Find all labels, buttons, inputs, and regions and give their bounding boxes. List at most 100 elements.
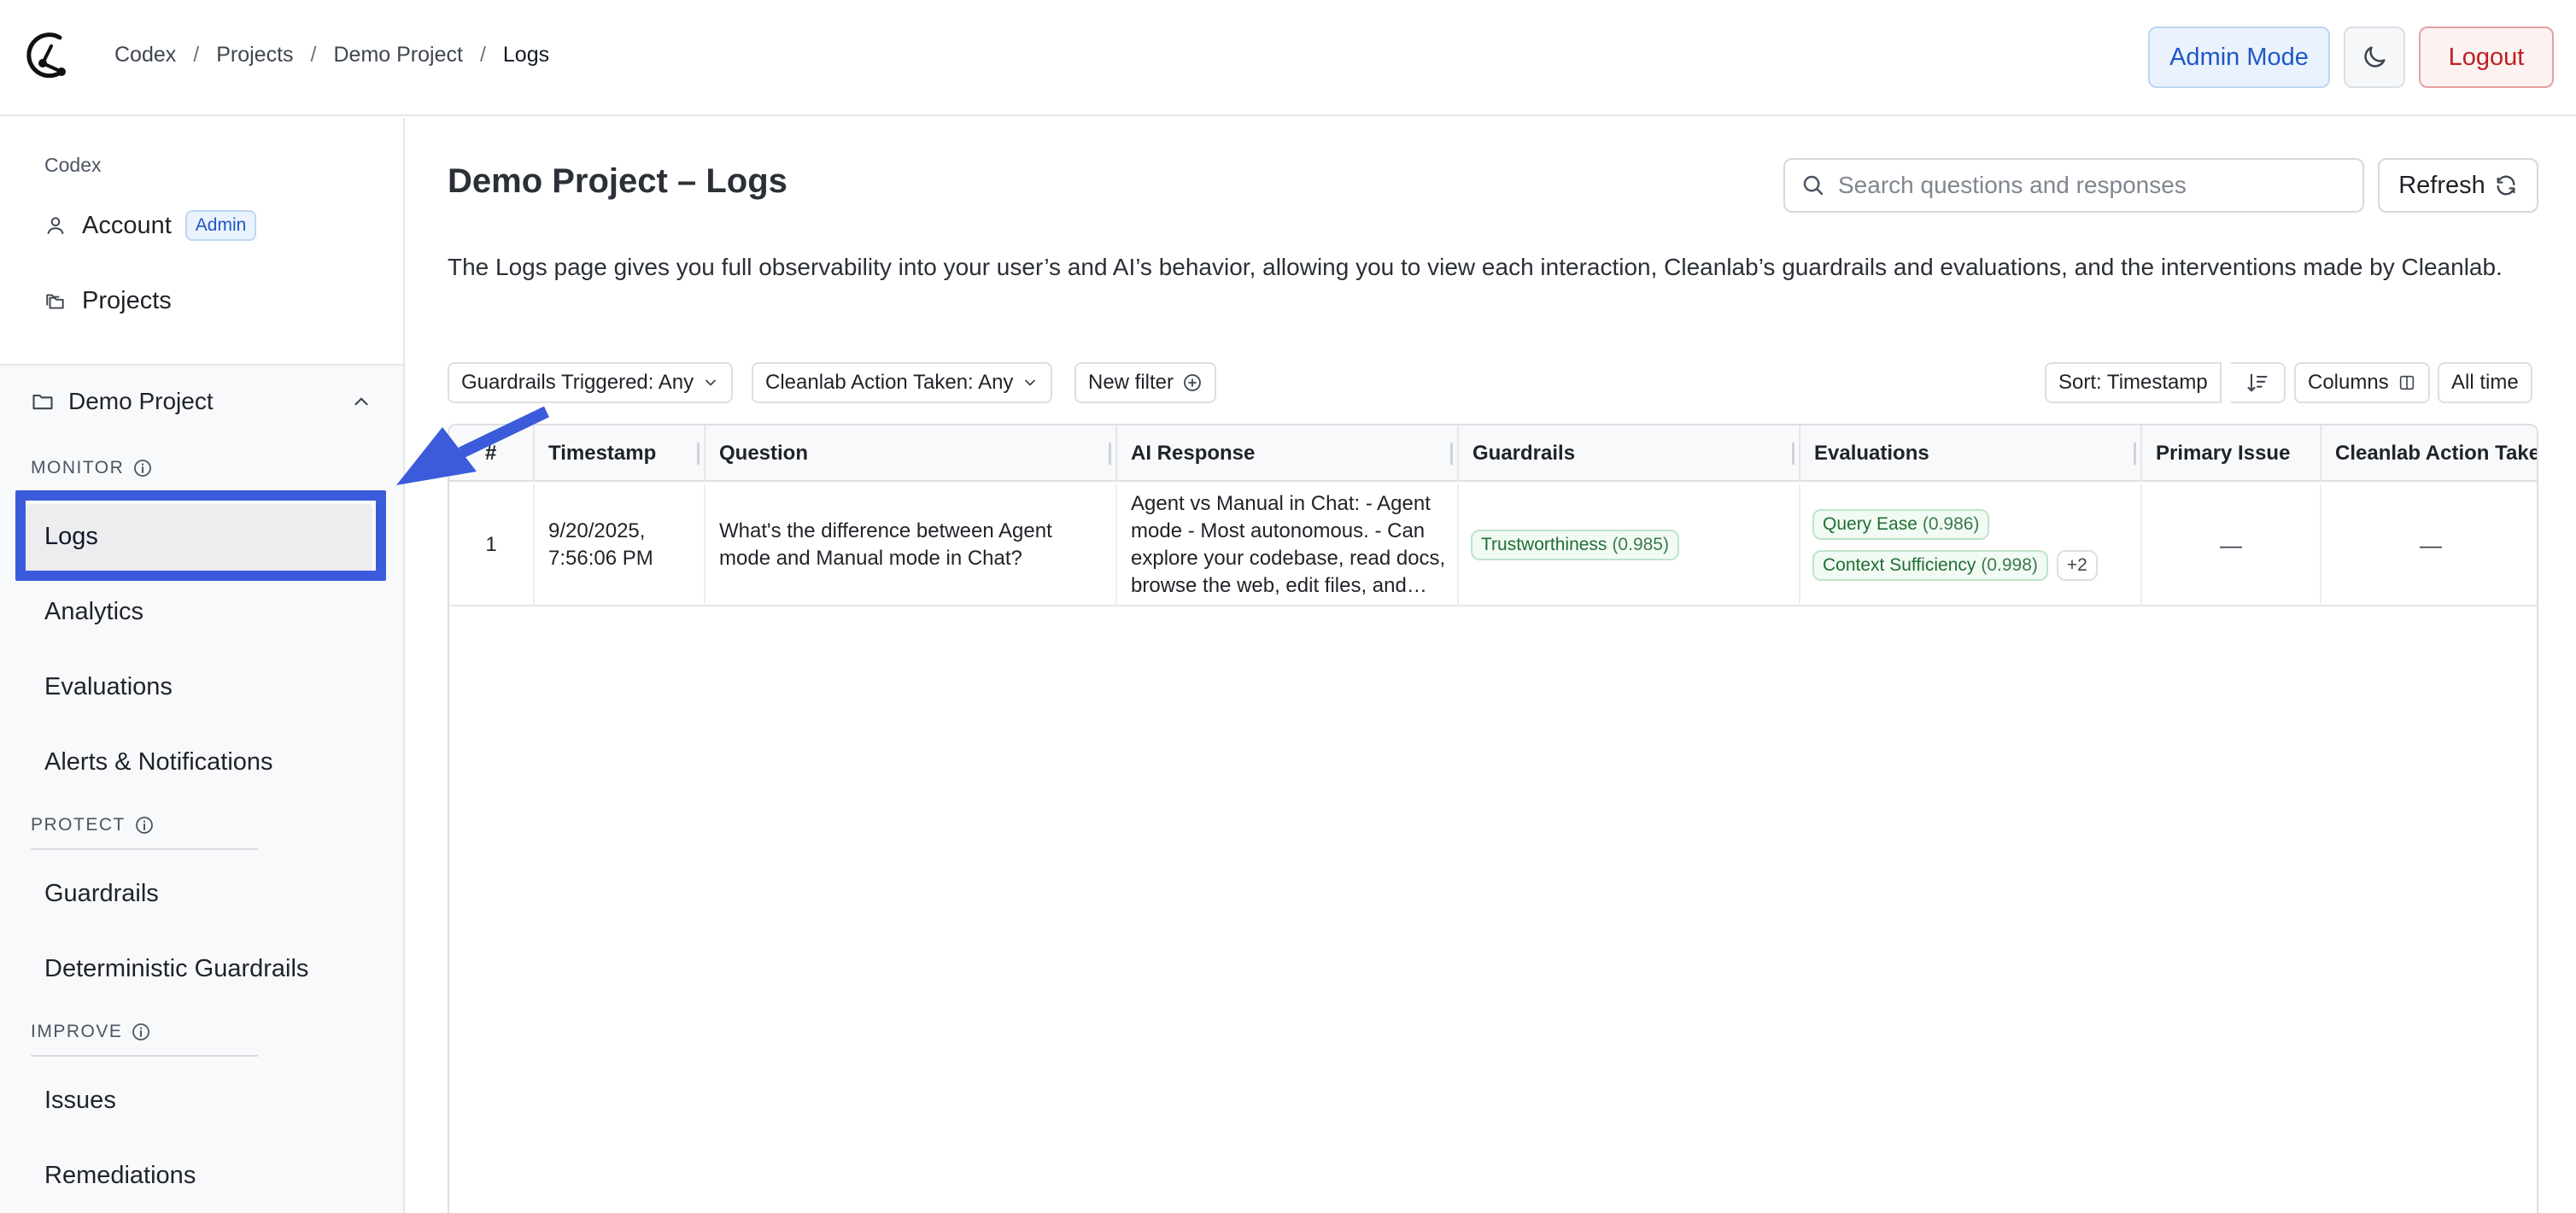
column-divider (1799, 425, 1800, 482)
refresh-icon (2497, 175, 2515, 196)
column-resize-handle[interactable] (1792, 442, 1794, 465)
breadcrumb-projects[interactable]: Projects (216, 43, 293, 67)
column-divider (1115, 425, 1117, 482)
breadcrumb-codex[interactable]: Codex (114, 43, 176, 67)
sidebar-group-improve: IMPROVE (31, 1022, 151, 1042)
chevron-down-icon (705, 379, 717, 386)
sidebar-item-label: Account (82, 211, 172, 239)
theme-toggle-button[interactable] (2344, 26, 2405, 88)
column-header-primary-issue[interactable]: Primary Issue (2156, 425, 2290, 482)
evaluation-score: (0.998) (1981, 555, 2038, 575)
refresh-button[interactable]: Refresh (2378, 158, 2538, 213)
sidebar-item-analytics[interactable]: Analytics (44, 598, 143, 626)
sidebar-project-toggle[interactable]: Demo Project (31, 388, 372, 415)
guardrail-name: Trustworthiness (1481, 535, 1607, 554)
cell-ai-response: Agent vs Manual in Chat: - Agent mode - … (1131, 492, 1446, 597)
admin-badge: Admin (184, 210, 257, 241)
guardrail-score: (0.985) (1612, 535, 1669, 554)
cell-guardrails: Trustworthiness (0.985) (1471, 483, 1795, 606)
evaluations-more-badge[interactable]: +2 (2056, 550, 2098, 581)
cleanlab-action-value: — (2420, 532, 2442, 558)
sort-direction-button[interactable] (2231, 362, 2286, 403)
column-divider (533, 425, 535, 482)
column-divider (2140, 425, 2142, 482)
folder-icon (32, 394, 53, 410)
column-header-guardrails[interactable]: Guardrails (1472, 425, 1575, 482)
sidebar-divider (31, 1055, 258, 1057)
sidebar-item-alerts-notifications[interactable]: Alerts & Notifications (44, 748, 273, 776)
sidebar-item-remediations[interactable]: Remediations (44, 1162, 196, 1190)
column-resize-handle[interactable] (697, 442, 700, 465)
cell-cleanlab-action: — (2321, 483, 2537, 606)
info-icon[interactable] (132, 458, 153, 478)
column-header-question[interactable]: Question (719, 425, 808, 482)
page-description: The Logs page gives you full observabili… (448, 254, 2503, 280)
guardrails-filter-label: Guardrails Triggered: Any (461, 371, 694, 394)
column-header-cleanlab-action[interactable]: Cleanlab Action Take (2335, 425, 2537, 482)
sort-label: Sort: Timestamp (2058, 371, 2208, 394)
sidebar-group-protect: PROTECT (31, 815, 155, 835)
column-divider (704, 425, 705, 482)
new-filter-button[interactable]: New filter (1074, 362, 1217, 403)
plus-circle-icon (1184, 374, 1201, 391)
sidebar-divider (31, 848, 258, 850)
user-icon (47, 217, 64, 235)
sidebar-item-label: Logs (44, 523, 98, 550)
columns-label: Columns (2308, 371, 2389, 394)
cell-divider (533, 483, 535, 606)
sidebar-project-name: Demo Project (68, 388, 214, 414)
action-filter[interactable]: Cleanlab Action Taken: Any (752, 362, 1053, 403)
table-row[interactable]: 1 9/20/2025, 7:56:06 PM What's the diffe… (449, 483, 2537, 606)
cell-divider (1799, 483, 1800, 606)
cell-question: What's the difference between Agent mode… (719, 519, 1052, 570)
sidebar-item-issues[interactable]: Issues (44, 1087, 116, 1115)
sidebar-item-label: Projects (82, 287, 172, 314)
logs-table: # Timestamp Question AI Response Guardra… (448, 424, 2538, 1213)
info-icon[interactable] (134, 815, 155, 835)
sort-button[interactable]: Sort: Timestamp (2045, 362, 2222, 403)
cell-divider (1115, 483, 1117, 606)
column-header-timestamp[interactable]: Timestamp (548, 425, 656, 482)
column-divider (2320, 425, 2321, 482)
top-bar: Codex / Projects / Demo Project / Logs A… (0, 0, 2576, 116)
sidebar-group-monitor: MONITOR (31, 458, 153, 478)
sidebar-item-account[interactable]: Account Admin (44, 210, 257, 241)
guardrails-filter[interactable]: Guardrails Triggered: Any (448, 362, 734, 403)
guardrail-badge[interactable]: Trustworthiness (0.985) (1471, 530, 1679, 560)
logout-button[interactable]: Logout (2419, 26, 2554, 88)
breadcrumb-demo-project[interactable]: Demo Project (333, 43, 462, 67)
breadcrumb-logs: Logs (502, 43, 550, 67)
breadcrumb: Codex / Projects / Demo Project / Logs (114, 43, 549, 67)
sidebar-group-label: PROTECT (31, 815, 126, 835)
sidebar-org-label: Codex (44, 154, 102, 176)
column-divider (1457, 425, 1459, 482)
sidebar-item-evaluations[interactable]: Evaluations (44, 673, 173, 701)
evaluation-row: Context Sufficiency (0.998) +2 (1812, 550, 2098, 581)
column-header-index: # (485, 442, 497, 465)
column-resize-handle[interactable] (2134, 442, 2136, 465)
evaluation-name: Context Sufficiency (1823, 555, 1976, 575)
search-input[interactable] (1838, 172, 2351, 199)
columns-button[interactable]: Columns (2294, 362, 2430, 403)
evaluation-badge[interactable]: Query Ease (0.986) (1812, 509, 1990, 540)
primary-issue-value: — (2220, 532, 2242, 558)
action-filter-label: Cleanlab Action Taken: Any (765, 371, 1014, 394)
sort-descending-icon (2247, 373, 2268, 392)
cell-ai-response-wrap: Agent vs Manual in Chat: - Agent mode - … (1131, 483, 1447, 606)
evaluation-badge[interactable]: Context Sufficiency (0.998) (1812, 550, 2048, 581)
sidebar-item-guardrails[interactable]: Guardrails (44, 880, 159, 908)
column-header-evaluations[interactable]: Evaluations (1814, 425, 1929, 482)
sidebar-item-deterministic-guardrails[interactable]: Deterministic Guardrails (44, 955, 308, 983)
time-range-button[interactable]: All time (2438, 362, 2532, 403)
column-resize-handle[interactable] (1450, 442, 1453, 465)
moon-icon (2364, 46, 2386, 67)
evaluation-name: Query Ease (1823, 514, 1917, 534)
cell-primary-issue: — (2142, 483, 2320, 606)
search-box[interactable] (1783, 158, 2364, 213)
info-icon[interactable] (131, 1022, 151, 1042)
admin-mode-button[interactable]: Admin Mode (2148, 26, 2330, 88)
sidebar-item-projects[interactable]: Projects (44, 287, 172, 315)
column-header-ai-response[interactable]: AI Response (1131, 425, 1255, 482)
column-resize-handle[interactable] (1109, 442, 1111, 465)
cleanlab-logo-icon[interactable] (22, 29, 70, 82)
